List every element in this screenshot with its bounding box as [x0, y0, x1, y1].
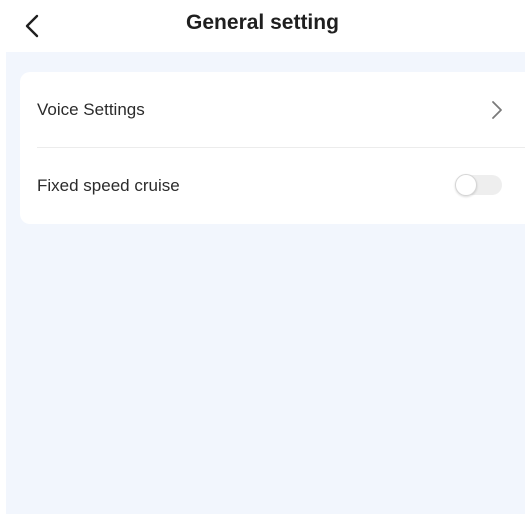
top-bar: General setting [0, 0, 525, 52]
page-title: General setting [186, 11, 339, 34]
toggle-knob [455, 174, 477, 196]
voice-settings-row[interactable]: Voice Settings [20, 72, 525, 148]
settings-card: Voice Settings Fixed speed cruise [20, 72, 525, 224]
settings-page-body: Voice Settings Fixed speed cruise [6, 52, 525, 514]
fixed-speed-cruise-row: Fixed speed cruise [20, 148, 525, 224]
chevron-right-icon [492, 101, 502, 119]
voice-settings-label: Voice Settings [37, 100, 145, 119]
fixed-speed-cruise-label: Fixed speed cruise [37, 176, 180, 195]
fixed-speed-cruise-toggle[interactable] [455, 174, 502, 196]
